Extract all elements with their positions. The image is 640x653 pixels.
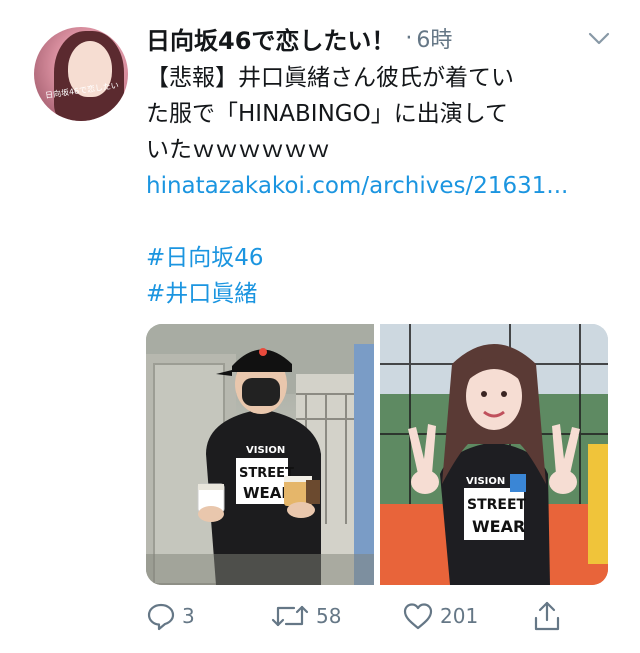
media-photo-right[interactable]: VISION STREET WEAR: [380, 324, 608, 585]
right-shirt-text-2: WEAR: [472, 517, 525, 536]
tweet-text-line: た服で「HINABINGO」に出演して: [146, 101, 509, 127]
heart-icon: [403, 603, 433, 630]
retweet-count: 58: [316, 604, 342, 628]
left-shirt-brand: VISION: [246, 445, 285, 456]
tweet[interactable]: 日向坂46で恋したい 日向坂46で恋したい！ · 6時 【悲報】井口眞緒さん彼氏…: [0, 0, 640, 653]
hashtag-hinatazaka46[interactable]: #日向坂46: [146, 240, 616, 276]
like-button[interactable]: 201: [402, 598, 478, 634]
hashtag-iguchi-mao[interactable]: #井口眞緒: [146, 276, 616, 312]
photo-left-illustration: VISION STREET WEAR: [146, 324, 374, 585]
like-count: 201: [440, 604, 479, 628]
right-shirt-text-1: STREET: [467, 497, 527, 513]
tweet-actions: 3 58 201: [146, 598, 616, 634]
tweet-text-line: いたｗｗｗｗｗｗ: [146, 137, 330, 163]
chevron-down-icon[interactable]: [588, 32, 610, 46]
avatar[interactable]: 日向坂46で恋したい: [34, 27, 128, 121]
retweet-icon: [271, 605, 309, 627]
share-button[interactable]: [532, 598, 562, 634]
tweet-media: VISION STREET WEAR VISION STREET WEAR: [146, 324, 608, 585]
tweet-text-line: 【悲報】井口眞緒さん彼氏が着てい: [146, 65, 514, 91]
reply-icon: [147, 603, 175, 631]
media-photo-left[interactable]: VISION STREET WEAR: [146, 324, 374, 585]
tweet-header: 日向坂46で恋したい！ · 6時: [146, 20, 626, 56]
tweet-text: 【悲報】井口眞緒さん彼氏が着てい た服で「HINABINGO」に出演して いたｗ…: [146, 60, 616, 312]
reply-button[interactable]: 3: [146, 598, 195, 634]
text-spacer: [146, 204, 616, 240]
reply-count: 3: [182, 604, 195, 628]
header-separator: ·: [405, 25, 413, 51]
account-name[interactable]: 日向坂46で恋したい！: [146, 21, 395, 56]
share-icon: [534, 601, 560, 631]
right-shirt-brand: VISION: [466, 476, 505, 487]
timestamp[interactable]: 6時: [416, 22, 452, 54]
tweet-link[interactable]: hinatazakakoi.com/archives/21631...: [146, 168, 616, 204]
retweet-button[interactable]: 58: [270, 598, 341, 634]
photo-right-illustration: VISION STREET WEAR: [380, 324, 608, 585]
